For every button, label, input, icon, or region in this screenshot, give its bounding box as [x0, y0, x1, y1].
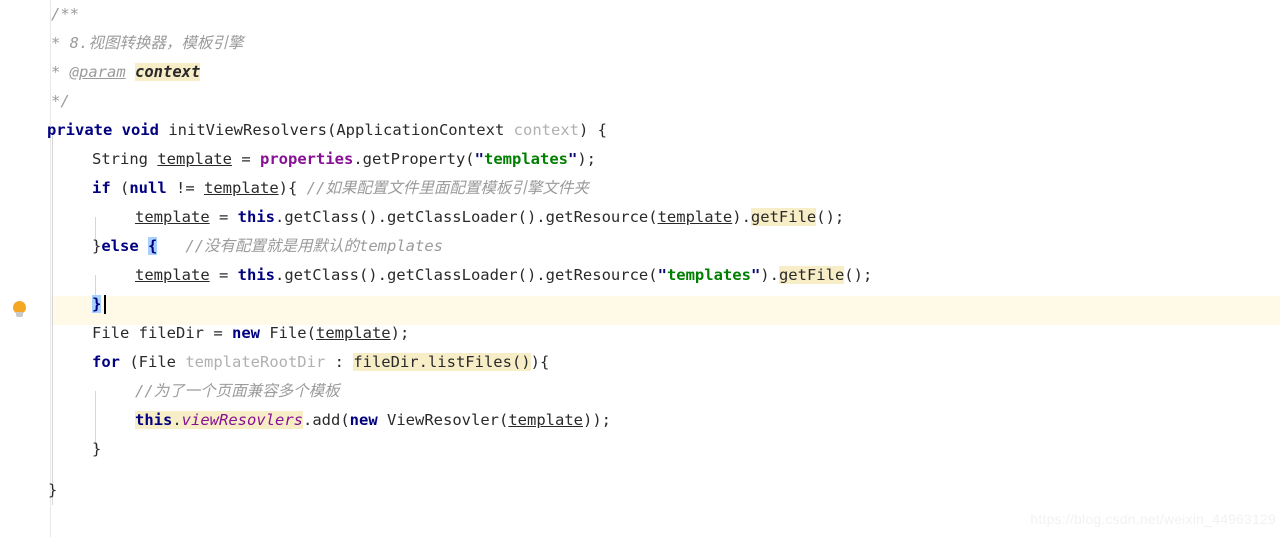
- code-content[interactable]: /** * 8.视图转换器，模板引擎 * @param context */ p…: [47, 0, 1280, 537]
- code-line[interactable]: for (File templateRootDir : fileDir.list…: [51, 348, 1280, 377]
- highlighted-getfile: getFile: [778, 266, 845, 284]
- assign-op: =: [209, 208, 238, 226]
- keyword-this: this: [237, 266, 275, 284]
- editor-gutter[interactable]: [0, 0, 40, 537]
- local-var: template: [135, 266, 210, 284]
- keyword-new: new: [231, 324, 260, 342]
- close-brace: }: [92, 237, 102, 255]
- code-line[interactable]: if (null != template){ //如果配置文件里面配置模板引擎文…: [51, 174, 1280, 203]
- javadoc-star: *: [51, 34, 70, 52]
- local-var: template: [135, 208, 210, 226]
- colon: :: [325, 353, 354, 371]
- paren: (: [110, 179, 130, 197]
- matching-brace-close: }: [92, 295, 102, 313]
- type-name: String: [92, 150, 148, 168]
- field-viewresovlers: viewResovlers: [181, 411, 303, 429]
- method-call: .add(: [303, 411, 350, 429]
- brace: ){: [530, 353, 550, 371]
- method-chain: .getClass().getClassLoader().getResource…: [274, 208, 658, 226]
- paren-type: (File: [120, 353, 186, 371]
- code-line[interactable]: private void initViewResolvers(Applicati…: [47, 116, 1280, 145]
- watermark: https://blog.csdn.net/weixin_44963129: [1030, 511, 1276, 527]
- line-comment: //没有配置就是用默认的templates: [185, 237, 444, 255]
- method-name: initViewResolvers: [168, 121, 327, 139]
- line-comment: //如果配置文件里面配置模板引擎文件夹: [306, 179, 589, 197]
- keyword-this: this: [135, 411, 173, 429]
- code-line[interactable]: this.viewResovlers.add(new ViewResovler(…: [51, 406, 1280, 435]
- type-name: File: [92, 324, 130, 342]
- code-line[interactable]: template = this.getClass().getClassLoade…: [51, 203, 1280, 232]
- param-name: context: [513, 121, 579, 139]
- code-line[interactable]: File fileDir = new File(template);: [51, 319, 1280, 348]
- local-var-arg: template: [315, 324, 391, 342]
- code-folding-strip[interactable]: [40, 0, 51, 537]
- local-var: template: [204, 179, 279, 197]
- statement-tail: ));: [582, 411, 611, 429]
- code-line[interactable]: */: [51, 87, 1280, 116]
- method-chain: .getClass().getClassLoader().getResource…: [274, 266, 658, 284]
- type-name: ApplicationContext: [336, 121, 505, 139]
- paren: (: [326, 121, 337, 139]
- javadoc-text: 8.视图转换器，模板引擎: [69, 34, 244, 52]
- javadoc-param-name: context: [135, 63, 201, 81]
- statement-tail: );: [390, 324, 410, 342]
- javadoc-close: */: [51, 92, 70, 110]
- close-brace: }: [48, 481, 58, 499]
- statement-tail: ();: [844, 266, 873, 284]
- keyword-this: this: [237, 208, 275, 226]
- code-line[interactable]: /**: [51, 0, 1280, 29]
- highlighted-getfile: getFile: [750, 208, 817, 226]
- text-caret: [104, 295, 106, 314]
- keyword-null: null: [129, 179, 167, 197]
- code-line[interactable]: //为了一个页面兼容多个模板: [51, 377, 1280, 406]
- highlighted-expression: fileDir.listFiles(): [353, 353, 531, 371]
- javadoc-param-tag: @param: [69, 63, 126, 81]
- punct: ).: [760, 266, 779, 284]
- local-var-arg: template: [657, 208, 733, 226]
- code-line[interactable]: * 8.视图转换器，模板引擎: [51, 29, 1280, 58]
- signature-tail: ) {: [578, 121, 607, 139]
- code-line[interactable]: }: [51, 435, 1280, 464]
- keyword-else: else: [101, 237, 139, 255]
- code-line-active[interactable]: }: [51, 290, 1280, 319]
- constructor-call: File(: [259, 324, 316, 342]
- keyword-private: private: [47, 121, 113, 139]
- matching-brace-open: {: [148, 237, 158, 255]
- constructor-call: ViewResovler(: [377, 411, 509, 429]
- code-line[interactable]: * @param context: [51, 58, 1280, 87]
- code-line[interactable]: }: [48, 476, 1280, 505]
- statement-tail: );: [577, 150, 597, 168]
- brace: ){: [278, 179, 307, 197]
- javadoc-star: *: [51, 63, 70, 81]
- operator: !=: [166, 179, 204, 197]
- punct: .: [172, 411, 182, 429]
- code-line[interactable]: }else { //没有配置就是用默认的templates: [51, 232, 1280, 261]
- local-var: fileDir =: [129, 324, 232, 342]
- statement-tail: ();: [816, 208, 845, 226]
- keyword-void: void: [121, 121, 159, 139]
- keyword-if: if: [92, 179, 111, 197]
- assign-op: =: [209, 266, 238, 284]
- method-call: .getProperty(: [353, 150, 475, 168]
- string-literal: templates: [484, 150, 568, 168]
- code-line[interactable]: template = this.getClass().getClassLoade…: [51, 261, 1280, 290]
- punct: ).: [732, 208, 751, 226]
- assign-op: =: [232, 150, 260, 168]
- close-brace: }: [92, 440, 102, 458]
- code-editor[interactable]: /** * 8.视图转换器，模板引擎 * @param context */ p…: [0, 0, 1280, 537]
- indent-guide: [52, 130, 53, 505]
- string-literal: templates: [666, 266, 751, 284]
- local-var: template: [157, 150, 232, 168]
- lightbulb-intention-icon[interactable]: [11, 301, 29, 319]
- code-line[interactable]: String template = properties.getProperty…: [51, 145, 1280, 174]
- keyword-new: new: [349, 411, 378, 429]
- keyword-for: for: [92, 353, 120, 371]
- local-var-arg: template: [508, 411, 583, 429]
- javadoc-open: /**: [51, 5, 79, 23]
- loop-var: templateRootDir: [185, 353, 326, 371]
- field-properties: properties: [260, 150, 354, 168]
- line-comment: //为了一个页面兼容多个模板: [135, 382, 340, 400]
